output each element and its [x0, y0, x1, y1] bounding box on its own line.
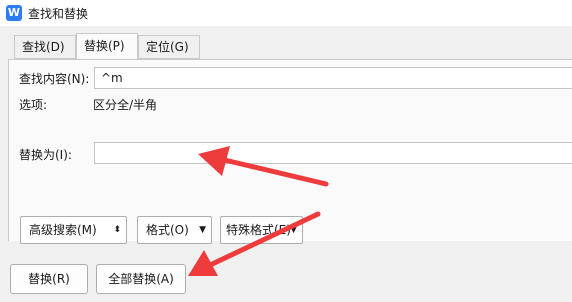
format-label: 格式(O) — [146, 223, 189, 237]
special-format-dropdown[interactable]: 特殊格式(E) ▼ — [220, 216, 303, 244]
window-title: 查找和替换 — [28, 7, 89, 21]
tab-goto[interactable]: 定位(G) — [138, 35, 200, 59]
options-value: 区分全/半角 — [93, 98, 158, 112]
format-dropdown[interactable]: 格式(O) ▼ — [137, 216, 212, 244]
replace-with-label: 替换为(I): — [19, 148, 72, 162]
replace-with-input[interactable] — [94, 142, 572, 164]
find-what-label: 查找内容(N): — [19, 72, 90, 86]
tab-find[interactable]: 查找(D) — [14, 35, 76, 59]
advanced-search-button[interactable]: 高级搜索(M) ⬍ — [20, 216, 127, 244]
find-what-input[interactable]: ^m — [94, 67, 572, 89]
replace-button[interactable]: 替换(R) — [10, 264, 88, 294]
replace-all-button[interactable]: 全部替换(A) — [96, 264, 186, 294]
replace-panel: 查找内容(N): ^m 选项: 区分全/半角 替换为(I): 高级搜索(M) ⬍… — [8, 59, 572, 244]
advanced-search-label: 高级搜索(M) — [29, 223, 97, 237]
tab-bar: 查找(D) 替换(P) 定位(G) — [0, 26, 572, 60]
options-label: 选项: — [19, 98, 48, 112]
chevron-down-icon: ▼ — [199, 225, 206, 235]
app-icon: W — [6, 5, 22, 21]
title-bar: W 查找和替换 — [0, 0, 572, 26]
up-down-icon: ⬍ — [113, 225, 121, 235]
tab-replace[interactable]: 替换(P) — [76, 33, 138, 60]
chevron-down-icon: ▼ — [290, 225, 297, 235]
special-format-label: 特殊格式(E) — [226, 223, 291, 237]
